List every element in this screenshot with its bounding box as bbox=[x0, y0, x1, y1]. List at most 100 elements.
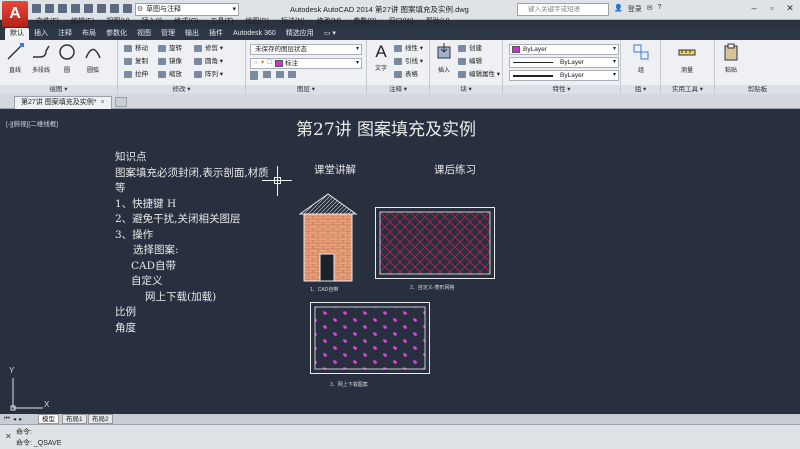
tab-layout1[interactable]: 布局1 bbox=[62, 414, 87, 424]
caption-cad-builtin: 1、CAD自带 bbox=[310, 287, 339, 293]
tab-view[interactable]: 视图 bbox=[132, 28, 156, 40]
linear-dim-tool[interactable]: 线性 ▾ bbox=[394, 43, 423, 54]
text-tool[interactable]: A 文字 bbox=[369, 43, 393, 73]
print-icon[interactable] bbox=[84, 4, 93, 13]
tab-layout[interactable]: 布局 bbox=[77, 28, 101, 40]
group-tool[interactable]: 组 bbox=[629, 43, 653, 74]
menu-modify[interactable]: 修改(M) bbox=[311, 15, 348, 28]
menu-insert[interactable]: 插入(I) bbox=[136, 15, 169, 28]
rotate-tool[interactable]: 旋转 bbox=[158, 43, 182, 54]
block-panel-label[interactable]: 块 ▾ bbox=[430, 85, 502, 94]
insert-tool[interactable]: 插入 bbox=[432, 43, 456, 74]
layer-properties-icon[interactable] bbox=[250, 71, 258, 78]
minimize-button[interactable]: – bbox=[746, 2, 762, 15]
close-button[interactable]: ✕ bbox=[782, 2, 798, 15]
next-layout-icon[interactable]: ▸ bbox=[19, 415, 22, 423]
tab-layout2[interactable]: 布局2 bbox=[88, 414, 113, 424]
diamond-grid-drawing[interactable] bbox=[375, 207, 495, 279]
line-tool[interactable]: 直线 bbox=[3, 43, 27, 74]
save-icon[interactable] bbox=[58, 4, 67, 13]
new-tab-button[interactable] bbox=[115, 97, 127, 107]
tab-manage[interactable]: 管理 bbox=[156, 28, 180, 40]
annotation-panel-label[interactable]: 注释 ▾ bbox=[367, 85, 429, 94]
layer-isolate-icon[interactable] bbox=[262, 71, 271, 78]
fillet-tool[interactable]: 圆角 ▾ bbox=[194, 56, 223, 67]
dot-pattern-drawing[interactable] bbox=[310, 302, 430, 374]
stretch-tool[interactable]: 拉伸 bbox=[124, 69, 148, 80]
open-icon[interactable] bbox=[45, 4, 54, 13]
tab-plugins[interactable]: 插件 bbox=[204, 28, 228, 40]
close-tab-icon[interactable]: × bbox=[100, 99, 104, 106]
help-icon[interactable]: ? bbox=[658, 4, 662, 14]
copy-tool[interactable]: 复制 bbox=[124, 56, 148, 67]
groups-panel-label[interactable]: 组 ▾ bbox=[621, 85, 660, 94]
utilities-panel-label[interactable]: 实用工具 ▾ bbox=[661, 85, 714, 94]
tab-home[interactable]: 默认 bbox=[5, 28, 29, 40]
clipboard-panel-label[interactable]: 剪贴板 bbox=[715, 85, 800, 94]
menu-help[interactable]: 帮助(H) bbox=[420, 15, 456, 28]
layer-state-select[interactable]: 未保存的图层状态 bbox=[250, 44, 362, 55]
first-layout-icon[interactable]: ⏮ bbox=[4, 415, 10, 423]
sign-in-label[interactable]: 登录 bbox=[628, 4, 642, 14]
brick-house-drawing[interactable] bbox=[298, 192, 358, 284]
menu-parametric[interactable]: 参数(P) bbox=[347, 15, 382, 28]
arc-tool[interactable]: 圆弧 bbox=[81, 43, 105, 74]
user-icon[interactable]: 👤 bbox=[614, 4, 623, 14]
tab-model[interactable]: 模型 bbox=[38, 414, 59, 424]
mirror-tool[interactable]: 镜像 bbox=[158, 56, 182, 67]
layers-panel-label[interactable]: 图层 ▾ bbox=[246, 85, 366, 94]
tab-output[interactable]: 输出 bbox=[180, 28, 204, 40]
array-tool[interactable]: 阵列 ▾ bbox=[194, 69, 223, 80]
menu-file[interactable]: 文件(F) bbox=[30, 15, 65, 28]
close-icon[interactable]: ✕ bbox=[5, 432, 12, 441]
layer-freeze-icon[interactable] bbox=[275, 71, 284, 78]
menu-format[interactable]: 格式(O) bbox=[168, 15, 204, 28]
layer-color-swatch bbox=[275, 60, 283, 67]
table-tool[interactable]: 表格 bbox=[394, 69, 418, 80]
edit-block-tool[interactable]: 编辑 bbox=[458, 56, 482, 67]
measure-tool[interactable]: 测量 bbox=[675, 43, 699, 74]
menu-draw[interactable]: 绘图(D) bbox=[239, 15, 275, 28]
edit-attributes-tool[interactable]: 编辑属性 ▾ bbox=[458, 69, 500, 80]
prev-layout-icon[interactable]: ◂ bbox=[13, 415, 16, 423]
scale-tool[interactable]: 缩放 bbox=[158, 69, 182, 80]
circle-tool[interactable]: 圆 bbox=[55, 43, 79, 74]
tab-parametric[interactable]: 参数化 bbox=[101, 28, 132, 40]
tab-insert[interactable]: 插入 bbox=[29, 28, 53, 40]
layer-off-icon[interactable] bbox=[288, 71, 297, 78]
tab-featured-apps[interactable]: 精选应用 bbox=[281, 28, 319, 40]
tab-annotate[interactable]: 注释 bbox=[53, 28, 77, 40]
viewport-controls[interactable]: [-][俯视][二维线框] bbox=[6, 118, 58, 128]
maximize-button[interactable]: ▫ bbox=[764, 2, 780, 15]
create-block-tool[interactable]: 创建 bbox=[458, 43, 482, 54]
mail-icon[interactable]: ✉ bbox=[647, 4, 653, 14]
saveas-icon[interactable] bbox=[71, 4, 80, 13]
tab-autodesk360[interactable]: Autodesk 360 bbox=[228, 28, 281, 40]
undo-icon[interactable] bbox=[110, 4, 119, 13]
command-line[interactable]: ✕ 命令: 命令: _QSAVE bbox=[0, 424, 800, 449]
leader-tool[interactable]: 引线 ▾ bbox=[394, 56, 423, 67]
properties-panel-label[interactable]: 特性 ▾ bbox=[503, 85, 620, 94]
modify-panel-label[interactable]: 修改 ▾ bbox=[118, 85, 245, 94]
application-menu-button[interactable]: A bbox=[2, 1, 28, 27]
tab-more[interactable]: ▭ ▾ bbox=[319, 28, 341, 40]
polyline-tool[interactable]: 多段线 bbox=[29, 43, 53, 74]
linetype-select[interactable]: ByLayer bbox=[509, 57, 619, 68]
menu-window[interactable]: 窗口(W) bbox=[383, 15, 420, 28]
menu-dimension[interactable]: 标注(N) bbox=[275, 15, 311, 28]
new-icon[interactable] bbox=[32, 4, 41, 13]
plot-icon[interactable] bbox=[97, 4, 106, 13]
redo-icon[interactable] bbox=[123, 4, 132, 13]
trim-tool[interactable]: 修剪 ▾ bbox=[194, 43, 223, 54]
color-select[interactable]: ByLayer bbox=[509, 44, 619, 55]
layer-select[interactable]: ☼ ✦ ☐ 标注 bbox=[250, 58, 362, 69]
lineweight-select[interactable]: ByLayer bbox=[509, 70, 619, 81]
drawing-canvas[interactable]: [-][俯视][二维线框] 第27讲 图案填充及实例 知识点 图案填充必须封闭,… bbox=[0, 110, 800, 414]
paste-tool[interactable]: 粘贴 bbox=[719, 43, 743, 74]
menu-view[interactable]: 视图(V) bbox=[100, 15, 135, 28]
draw-panel-label[interactable]: 绘图 ▾ bbox=[0, 85, 117, 94]
document-tab[interactable]: 第27讲 图案填充及实例* × bbox=[14, 96, 112, 109]
menu-edit[interactable]: 编辑(E) bbox=[65, 15, 100, 28]
menu-tools[interactable]: 工具(T) bbox=[204, 15, 239, 28]
move-tool[interactable]: 移动 bbox=[124, 43, 148, 54]
